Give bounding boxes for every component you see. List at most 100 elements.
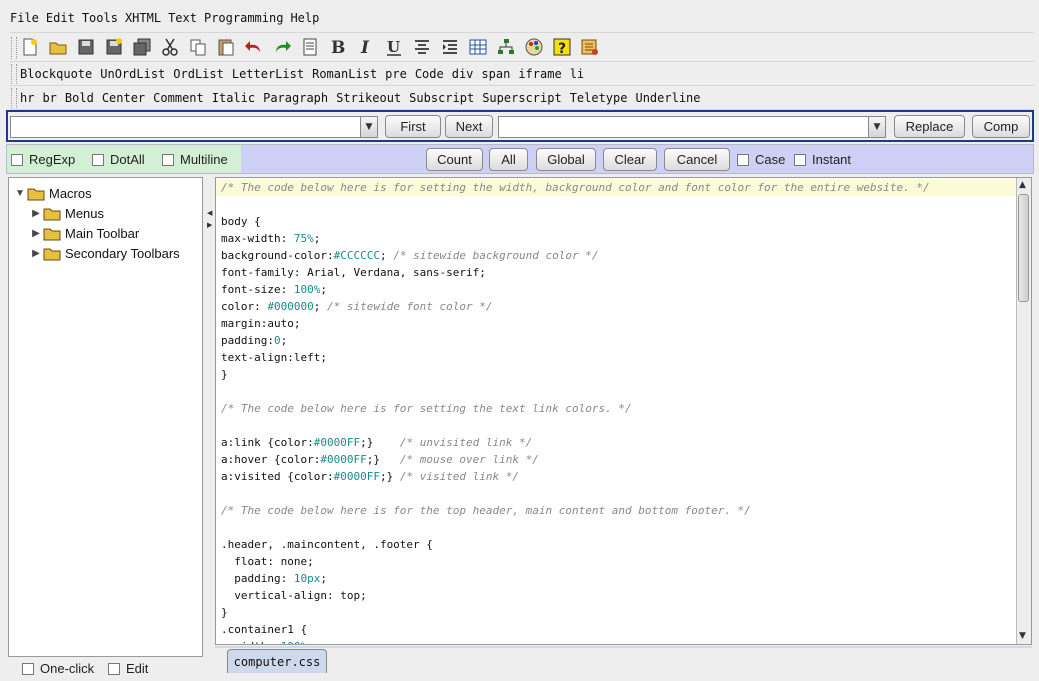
code-line[interactable]: .header, .maincontent, .footer {	[221, 536, 1021, 553]
code-line[interactable]: background-color:#CCCCCC; /* sitewide ba…	[221, 247, 1021, 264]
tag-underline[interactable]: Underline	[635, 91, 700, 105]
document-icon[interactable]	[298, 35, 322, 59]
align-icon[interactable]	[410, 35, 434, 59]
code-line[interactable]: a:link {color:#0000FF;} /* unvisited lin…	[221, 434, 1021, 451]
code-line[interactable]: /* The code below here is for the top he…	[221, 502, 1021, 519]
tag-superscript[interactable]: Superscript	[482, 91, 561, 105]
tag-comment[interactable]: Comment	[153, 91, 204, 105]
collapsed-arrow-icon[interactable]: ▶	[31, 228, 41, 239]
checkbox-box[interactable]	[794, 153, 806, 166]
code-line[interactable]	[221, 417, 1021, 434]
tag-span[interactable]: span	[481, 67, 510, 81]
one-click-checkbox[interactable]: One-click	[22, 661, 94, 676]
code-line[interactable]	[221, 485, 1021, 502]
edit-checkbox[interactable]: Edit	[108, 661, 148, 676]
undo-icon[interactable]	[242, 35, 266, 59]
code-line[interactable]: font-family: Arial, Verdana, sans-serif;	[221, 264, 1021, 281]
checkbox-box[interactable]	[22, 662, 34, 675]
code-line[interactable]: color: #000000; /* sitewide font color *…	[221, 298, 1021, 315]
palette-icon[interactable]	[522, 35, 546, 59]
collapsed-arrow-icon[interactable]: ▶	[31, 208, 41, 219]
tag-iframe[interactable]: iframe	[518, 67, 561, 81]
code-line[interactable]: font-size: 100%;	[221, 281, 1021, 298]
code-line[interactable]: vertical-align: top;	[221, 587, 1021, 604]
count-button[interactable]: Count	[426, 148, 483, 171]
next-button[interactable]: Next	[445, 115, 493, 138]
checkbox-box[interactable]	[162, 153, 174, 166]
tag-strikeout[interactable]: Strikeout	[336, 91, 401, 105]
tag-italic[interactable]: Italic	[212, 91, 255, 105]
tag-unordlist[interactable]: UnOrdList	[100, 67, 165, 81]
checkbox-box[interactable]	[92, 153, 104, 166]
tag-romanlist[interactable]: RomanList	[312, 67, 377, 81]
collapse-right-icon[interactable]: ▶	[207, 221, 212, 229]
tag-br[interactable]: br	[42, 91, 56, 105]
toolbar-grip[interactable]	[11, 88, 17, 108]
code-line[interactable]: max-width: 75%;	[221, 230, 1021, 247]
tag-blockquote[interactable]: Blockquote	[20, 67, 92, 81]
collapse-left-icon[interactable]: ◀	[207, 209, 212, 217]
tag-center[interactable]: Center	[102, 91, 145, 105]
toolbar-grip[interactable]	[11, 37, 17, 59]
code-line[interactable]: text-align:left;	[221, 349, 1021, 366]
multiline-checkbox[interactable]: Multiline	[162, 152, 228, 167]
new-file-icon[interactable]	[18, 35, 42, 59]
cut-icon[interactable]	[158, 35, 182, 59]
italic-icon[interactable]: I	[354, 35, 378, 59]
scroll-up-icon[interactable]: ▲	[1019, 180, 1026, 190]
code-line[interactable]: }	[221, 366, 1021, 383]
save-all-icon[interactable]	[130, 35, 154, 59]
code-line[interactable]: .container1 {	[221, 621, 1021, 638]
code-line[interactable]: margin:auto;	[221, 315, 1021, 332]
tree-icon[interactable]	[494, 35, 518, 59]
save-icon[interactable]	[74, 35, 98, 59]
scrollbar-thumb[interactable]	[1018, 194, 1029, 302]
redo-icon[interactable]	[270, 35, 294, 59]
regexp-checkbox[interactable]: RegExp	[11, 152, 75, 167]
checkbox-box[interactable]	[11, 153, 23, 166]
save-as-icon[interactable]	[102, 35, 126, 59]
code-line[interactable]: /* The code below here is for setting th…	[221, 400, 1021, 417]
menu-tools[interactable]: Tools	[82, 11, 118, 25]
tag-code[interactable]: Code	[415, 67, 444, 81]
cancel-button[interactable]: Cancel	[664, 148, 730, 171]
tree-node-menus[interactable]: ▶ Menus	[31, 206, 104, 221]
code-line[interactable]: a:visited {color:#0000FF;} /* visited li…	[221, 468, 1021, 485]
tab-computer-css[interactable]: computer.css	[227, 649, 327, 673]
checkbox-box[interactable]	[108, 662, 120, 675]
clear-button[interactable]: Clear	[603, 148, 657, 171]
indent-icon[interactable]	[438, 35, 462, 59]
code-line[interactable]: padding: 10px;	[221, 570, 1021, 587]
tag-pre[interactable]: pre	[385, 67, 407, 81]
tree-node-macros[interactable]: ▼ Macros	[15, 186, 92, 201]
tag-subscript[interactable]: Subscript	[409, 91, 474, 105]
tag-letterlist[interactable]: LetterList	[232, 67, 304, 81]
tag-li[interactable]: li	[570, 67, 584, 81]
chevron-down-icon[interactable]: ▼	[360, 117, 377, 137]
underline-icon[interactable]: U	[382, 35, 406, 59]
replace-combo[interactable]: ▼	[498, 116, 886, 138]
dotall-checkbox[interactable]: DotAll	[92, 152, 145, 167]
menu-edit[interactable]: Edit	[46, 11, 75, 25]
code-editor[interactable]: /* The code below here is for setting th…	[215, 177, 1032, 645]
replace-button[interactable]: Replace	[894, 115, 965, 138]
tag-teletype[interactable]: Teletype	[570, 91, 628, 105]
code-line[interactable]: padding:0;	[221, 332, 1021, 349]
tag-bold[interactable]: Bold	[65, 91, 94, 105]
macro-icon[interactable]	[578, 35, 602, 59]
all-button[interactable]: All	[489, 148, 528, 171]
menu-programming[interactable]: Programming	[204, 11, 283, 25]
code-text[interactable]: /* The code below here is for setting th…	[216, 179, 1021, 644]
paste-icon[interactable]	[214, 35, 238, 59]
first-button[interactable]: First	[385, 115, 441, 138]
help-icon[interactable]: ?	[550, 35, 574, 59]
checkbox-box[interactable]	[737, 153, 749, 166]
menu-help[interactable]: Help	[290, 11, 319, 25]
code-line[interactable]: width: 100%;	[221, 638, 1021, 644]
menu-text[interactable]: Text	[168, 11, 197, 25]
chevron-down-icon[interactable]: ▼	[868, 117, 885, 137]
tag-div[interactable]: div	[452, 67, 474, 81]
tag-hr[interactable]: hr	[20, 91, 34, 105]
comp-button[interactable]: Comp	[972, 115, 1030, 138]
table-icon[interactable]	[466, 35, 490, 59]
